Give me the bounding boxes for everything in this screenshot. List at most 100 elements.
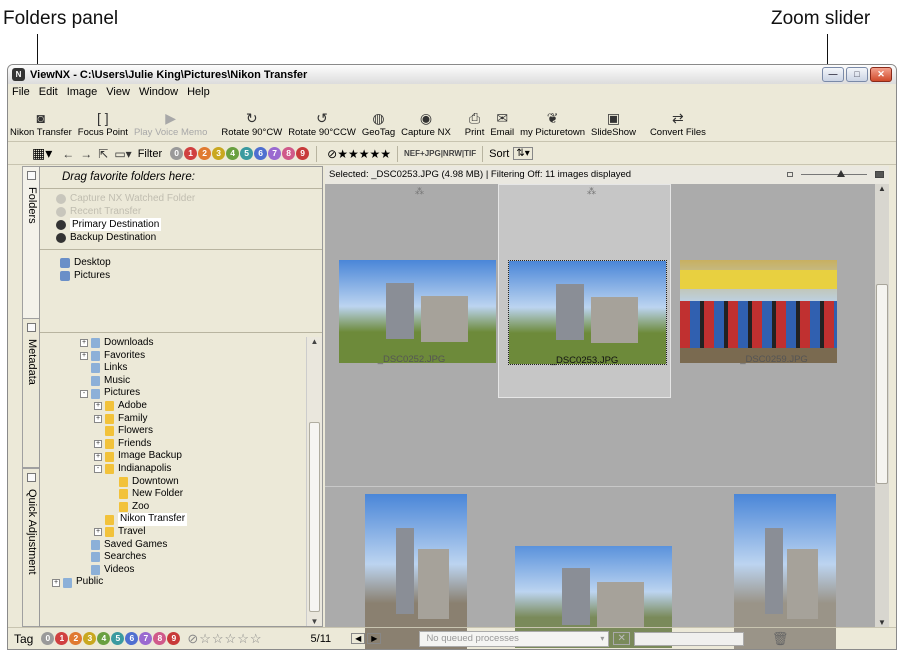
filter-label-9[interactable]: 9 [296, 147, 310, 160]
menu-help[interactable]: Help [187, 86, 210, 98]
expand-icon[interactable]: + [94, 452, 102, 461]
tree-node-friends[interactable]: + Friends [66, 438, 305, 451]
thumbnail-cell[interactable]: _DSC0284.JPG [498, 488, 672, 648]
tab-metadata[interactable]: Metadata [22, 318, 40, 468]
zoom-slider[interactable] [787, 166, 887, 184]
tag-label-4[interactable]: 4 [97, 632, 111, 645]
scroll-thumb[interactable] [309, 422, 320, 612]
queue-dropdown[interactable]: No queued processes ▾ [419, 630, 610, 647]
filter-label-8[interactable]: 8 [282, 147, 296, 160]
destination-item[interactable]: Recent Transfer [56, 205, 322, 218]
folder-tree-scrollbar[interactable]: ▲ ▼ [306, 337, 322, 626]
scroll-thumb[interactable] [876, 284, 888, 484]
tree-node-pictures[interactable]: - Pictures [66, 387, 305, 400]
thumbnail-cell[interactable]: _DSC0252.JPG [325, 184, 498, 398]
minimize-button[interactable]: — [822, 67, 844, 82]
filter-label-0[interactable]: 0 [170, 147, 184, 160]
destination-item[interactable]: Primary Destination [56, 218, 322, 231]
tree-node-flowers[interactable]: Flowers [66, 425, 305, 438]
thumbnail-scrollbar[interactable]: ▲ ▼ [875, 184, 889, 627]
expand-icon[interactable]: + [80, 339, 88, 348]
thumbnail-cell[interactable]: _DSC0253.JPG [498, 184, 671, 398]
menu-view[interactable]: View [106, 86, 130, 98]
thumbnail-cell[interactable]: _DSC0276.JPG [325, 488, 498, 649]
tag-rating[interactable]: ⊘☆☆☆☆☆ [187, 631, 262, 647]
tag-label-8[interactable]: 8 [153, 632, 167, 645]
sort-button[interactable]: Sort [489, 148, 509, 160]
tree-node-downtown[interactable]: Downtown [66, 476, 305, 489]
tag-label-2[interactable]: 2 [69, 632, 83, 645]
thumbnail-cell[interactable]: _DSC0259.JPG [671, 184, 877, 398]
photo-thumbnail[interactable] [339, 260, 496, 363]
filter-label-2[interactable]: 2 [198, 147, 212, 160]
tree-node-image-backup[interactable]: + Image Backup [66, 450, 305, 463]
tree-node-favorites[interactable]: + Favorites [66, 350, 305, 363]
tree-node-videos[interactable]: Videos [66, 564, 305, 577]
tree-node-indianapolis[interactable]: - Indianapolis [66, 463, 305, 476]
toolbar-button-rotate-90-ccw[interactable]: ↺ Rotate 90°CCW [288, 109, 356, 141]
destination-item[interactable]: Backup Destination [56, 231, 322, 244]
filter-label-6[interactable]: 6 [254, 147, 268, 160]
toolbar-button-email[interactable]: ✉ Email [490, 109, 514, 141]
filter-label-5[interactable]: 5 [240, 147, 254, 160]
tree-node-adobe[interactable]: + Adobe [66, 400, 305, 413]
toolbar-button-capture-nx[interactable]: ◉ Capture NX [401, 109, 451, 141]
thumbnail-cell[interactable]: _DSC0337.JPG [671, 488, 877, 649]
favorite-folder-item[interactable]: Desktop [60, 256, 322, 269]
favorite-folder-item[interactable]: Pictures [60, 269, 322, 282]
tree-node-travel[interactable]: + Travel [66, 526, 305, 539]
tree-node-zoo[interactable]: Zoo [66, 501, 305, 514]
tag-label-0[interactable]: 0 [41, 632, 55, 645]
collapse-icon[interactable]: - [80, 389, 88, 398]
toolbar-button-rotate-90-cw[interactable]: ↻ Rotate 90°CW [221, 109, 282, 141]
close-button[interactable]: ✕ [870, 67, 892, 82]
forward-arrow-icon[interactable]: → [80, 147, 92, 161]
toolbar-button-slideshow[interactable]: ▣ SlideShow [591, 109, 636, 141]
toolbar-button-convert-files[interactable]: ⇄ Convert Files [650, 109, 706, 141]
filter-label-1[interactable]: 1 [184, 147, 198, 160]
tree-node-downloads[interactable]: + Downloads [66, 337, 305, 350]
photo-thumbnail[interactable] [508, 260, 667, 365]
filter-label-4[interactable]: 4 [226, 147, 240, 160]
tag-label-5[interactable]: 5 [111, 632, 125, 645]
expand-icon[interactable]: + [80, 351, 88, 360]
expand-icon[interactable]: + [52, 578, 60, 587]
destination-item[interactable]: Capture NX Watched Folder [56, 192, 322, 205]
menu-window[interactable]: Window [139, 86, 178, 98]
format-filter[interactable]: NEF+JPG|NRW|TIF [404, 149, 476, 158]
menu-edit[interactable]: Edit [39, 86, 58, 98]
toolbar-button-print[interactable]: ⎙ Print [465, 109, 485, 141]
collapse-icon[interactable]: - [94, 465, 102, 474]
toolbar-button-my-picturetown[interactable]: ❦ my Picturetown [520, 109, 585, 141]
tree-node-saved-games[interactable]: Saved Games [66, 539, 305, 552]
cancel-queue-icon[interactable]: ✕ [613, 632, 630, 645]
filter-label-3[interactable]: 3 [212, 147, 226, 160]
folder-menu-icon[interactable]: ▭▾ [114, 147, 131, 161]
zoom-thumb[interactable] [836, 170, 845, 177]
menu-file[interactable]: File [12, 86, 30, 98]
next-page-button[interactable]: ▶ [367, 633, 382, 644]
expand-icon[interactable]: + [94, 414, 102, 423]
tab-folders[interactable]: Folders [22, 166, 40, 326]
tree-node-searches[interactable]: Searches [66, 551, 305, 564]
folder-up-icon[interactable]: ⇱ [98, 147, 108, 161]
tree-node-nikon-transfer[interactable]: Nikon Transfer [66, 513, 305, 526]
expand-icon[interactable]: + [94, 440, 102, 449]
tree-node-music[interactable]: Music [66, 375, 305, 388]
expand-icon[interactable]: + [94, 528, 102, 537]
menu-image[interactable]: Image [67, 86, 98, 98]
tag-label-6[interactable]: 6 [125, 632, 139, 645]
filter-label-7[interactable]: 7 [268, 147, 282, 160]
tab-quick-adjustment[interactable]: Quick Adjustment [22, 468, 40, 627]
panel-splitter[interactable] [40, 332, 322, 336]
sort-order-icon[interactable]: ⇅▾ [513, 147, 533, 160]
back-arrow-icon[interactable]: ← [62, 147, 74, 161]
toolbar-button-geotag[interactable]: ◍ GeoTag [362, 109, 395, 141]
tree-node-new-folder[interactable]: New Folder [66, 488, 305, 501]
tag-label-1[interactable]: 1 [55, 632, 69, 645]
maximize-button[interactable]: □ [846, 67, 868, 82]
prev-page-button[interactable]: ◀ [351, 633, 366, 644]
toolbar-button-nikon-transfer[interactable]: ◙ Nikon Transfer [10, 109, 72, 141]
toolbar-button-focus-point[interactable]: [ ] Focus Point [78, 109, 128, 141]
tag-label-7[interactable]: 7 [139, 632, 153, 645]
